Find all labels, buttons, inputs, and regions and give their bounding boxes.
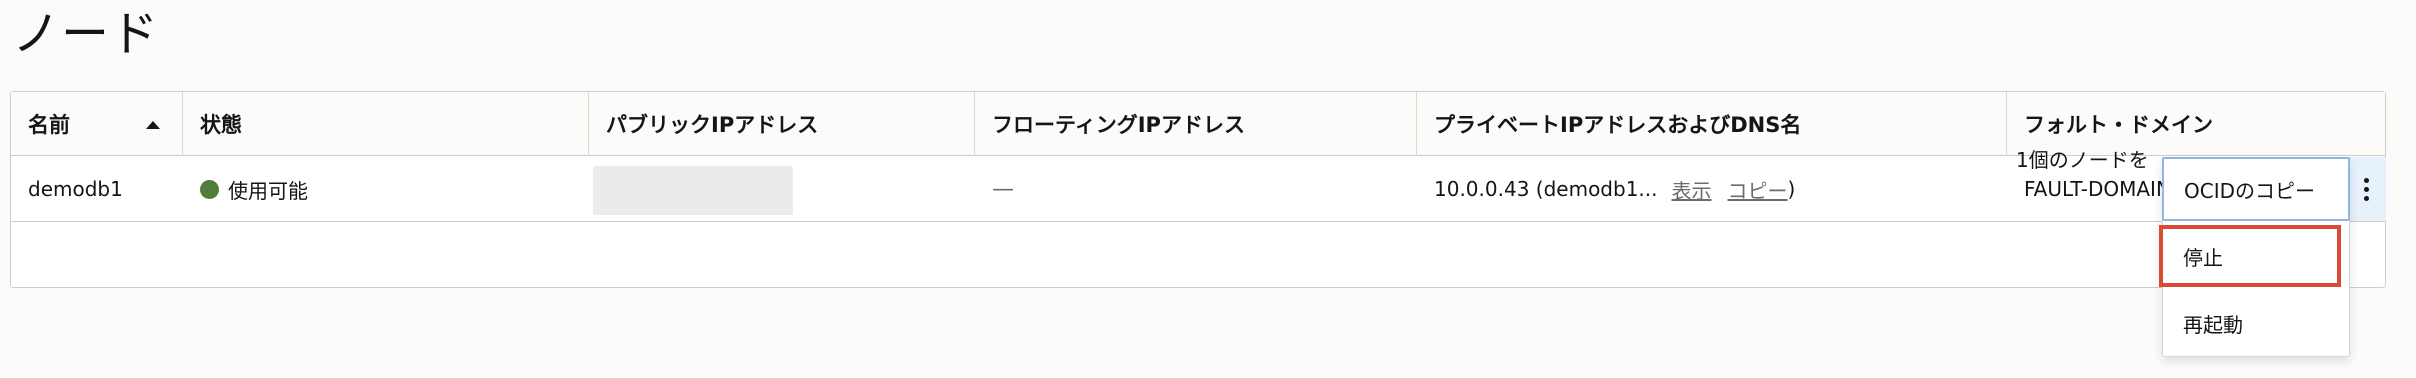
menu-item-restart[interactable]: 再起動: [2163, 291, 2349, 355]
status-dot-icon: [200, 179, 219, 199]
private-ip-value: 10.0.0.43 (demodb1...: [1434, 177, 1658, 201]
copy-link[interactable]: コピー: [1728, 175, 1788, 204]
column-header-label: フローティングIPアドレス: [992, 113, 1245, 137]
kebab-menu-icon: [2363, 177, 2369, 201]
paren-close: ): [1787, 177, 1796, 201]
cell-status: 使用可能: [183, 156, 589, 222]
column-header-label: プライベートIPアドレスおよびDNS名: [1434, 113, 1802, 137]
nodes-table: 名前 状態 パブリックIPアドレス フローティングIPアドレス プライベートIP…: [10, 91, 2386, 288]
sort-ascending-icon[interactable]: [146, 121, 160, 129]
cell-name: demodb1: [11, 156, 183, 222]
column-header-public-ip: パブリックIPアドレス: [589, 92, 975, 156]
column-header-floating-ip: フローティングIPアドレス: [975, 92, 1417, 156]
cell-floating-ip: —: [975, 156, 1417, 222]
menu-item-label: 停止: [2183, 245, 2223, 270]
menu-item-label: OCIDのコピー: [2184, 178, 2316, 203]
show-link[interactable]: 表示: [1672, 175, 1712, 204]
column-header-label: パブリックIPアドレス: [606, 113, 819, 137]
pagination-summary: 1個のノードを: [2016, 148, 2149, 172]
public-ip-redacted: [593, 166, 793, 215]
column-header-name[interactable]: 名前: [11, 92, 183, 156]
row-actions-button[interactable]: [2346, 157, 2386, 221]
status-text: 使用可能: [228, 178, 308, 203]
column-header-label: 名前: [28, 113, 70, 137]
column-header-status: 状態: [183, 92, 589, 156]
column-header-label: 状態: [200, 113, 242, 137]
menu-item-stop[interactable]: 停止: [2159, 225, 2341, 287]
column-header-label: フォルト・ドメイン: [2024, 113, 2213, 137]
floating-ip-value: —: [992, 176, 1014, 202]
page-title: ノード: [12, 6, 160, 62]
row-actions-menu: OCIDのコピー 停止 再起動: [2159, 157, 2350, 357]
menu-item-label: 再起動: [2183, 312, 2243, 337]
fault-domain-value: FAULT-DOMAIN: [2024, 177, 2167, 201]
menu-item-copy-ocid[interactable]: OCIDのコピー: [2162, 157, 2350, 221]
node-name: demodb1: [28, 177, 123, 201]
column-header-private-ip: プライベートIPアドレスおよびDNS名: [1417, 92, 2007, 156]
cell-private-ip: 10.0.0.43 (demodb1... 表示 コピー): [1417, 156, 2007, 222]
